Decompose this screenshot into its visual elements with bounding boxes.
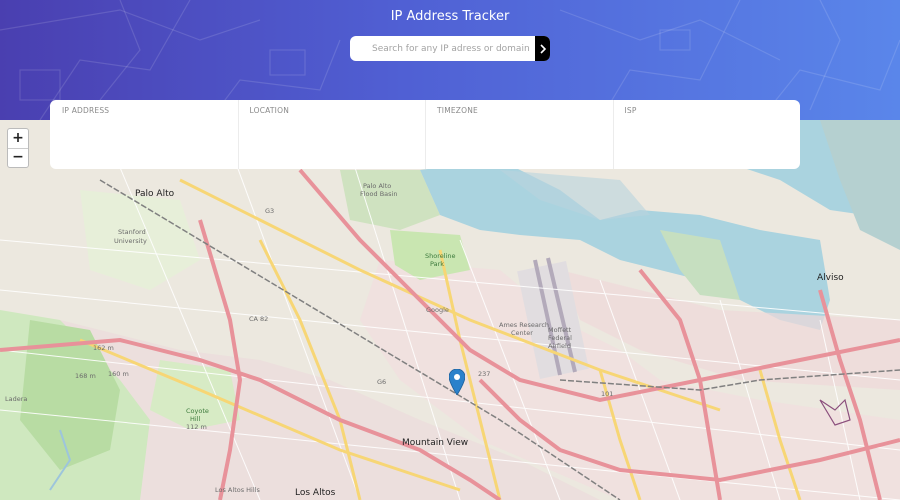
map-label-park: Park [430,260,445,268]
map-label-ca82: CA 82 [249,315,269,323]
map-label-ames: Ames Research [499,321,550,329]
map-label-stanford: Stanford [118,228,146,236]
map-label-los-altos: Los Altos [295,488,336,498]
map-label-center: Center [511,329,533,337]
page-title: IP Address Tracker [390,9,510,24]
isp-label: ISP [624,106,637,115]
map-label-h168: 168 m [75,372,96,380]
zoom-out-button[interactable]: − [8,148,28,167]
map-label-g3: G3 [265,207,275,215]
map-label-r101: 101 [601,390,614,398]
location-label: LOCATION [249,106,290,115]
map-label-hill: Hill [190,415,201,423]
map-label-university: University [114,237,147,245]
map-label-palo-alto: Palo Alto [135,189,175,199]
map-label-federal: Federal [548,334,572,342]
map-label-moffett: Moffett [548,326,572,334]
map-view[interactable]: Palo Alto Stanford University Mountain V… [0,120,900,500]
isp-section: ISP [612,100,801,169]
map-label-r237: 237 [478,370,491,378]
map-label-flood-basin: Flood Basin [360,190,398,198]
map-label-palo-alto-flood: Palo Alto [363,182,392,190]
map-label-coyote: Coyote [186,407,209,415]
zoom-control: + − [7,128,29,168]
search-bar [350,36,550,61]
map-label-h162: 162 m [93,344,114,352]
map-label-g6: G6 [377,378,387,386]
timezone-label: TIMEZONE [437,106,478,115]
map-label-h160: 160 m [108,370,129,378]
map-pin-icon[interactable] [449,369,465,395]
search-submit-button[interactable] [535,36,550,61]
chevron-right-icon [539,43,546,54]
search-input[interactable] [350,36,535,61]
info-panel: IP ADDRESS LOCATION TIMEZONE ISP [50,100,800,169]
zoom-in-button[interactable]: + [8,129,28,148]
ip-address-section: IP ADDRESS [50,100,238,169]
map-label-google: Google [426,306,449,314]
map-label-los-altos-hills: Los Altos Hills [215,486,260,494]
map-label-h112: 112 m [186,423,207,431]
map-label-ladera: Ladera [5,395,28,403]
timezone-section: TIMEZONE [425,100,613,169]
map-label-shoreline: Shoreline [425,252,456,260]
location-section: LOCATION [237,100,426,169]
map-label-mountain-view: Mountain View [402,438,469,448]
map-label-airfield: Airfield [548,342,571,350]
ip-address-label: IP ADDRESS [62,106,110,115]
map-label-alviso: Alviso [817,273,844,283]
